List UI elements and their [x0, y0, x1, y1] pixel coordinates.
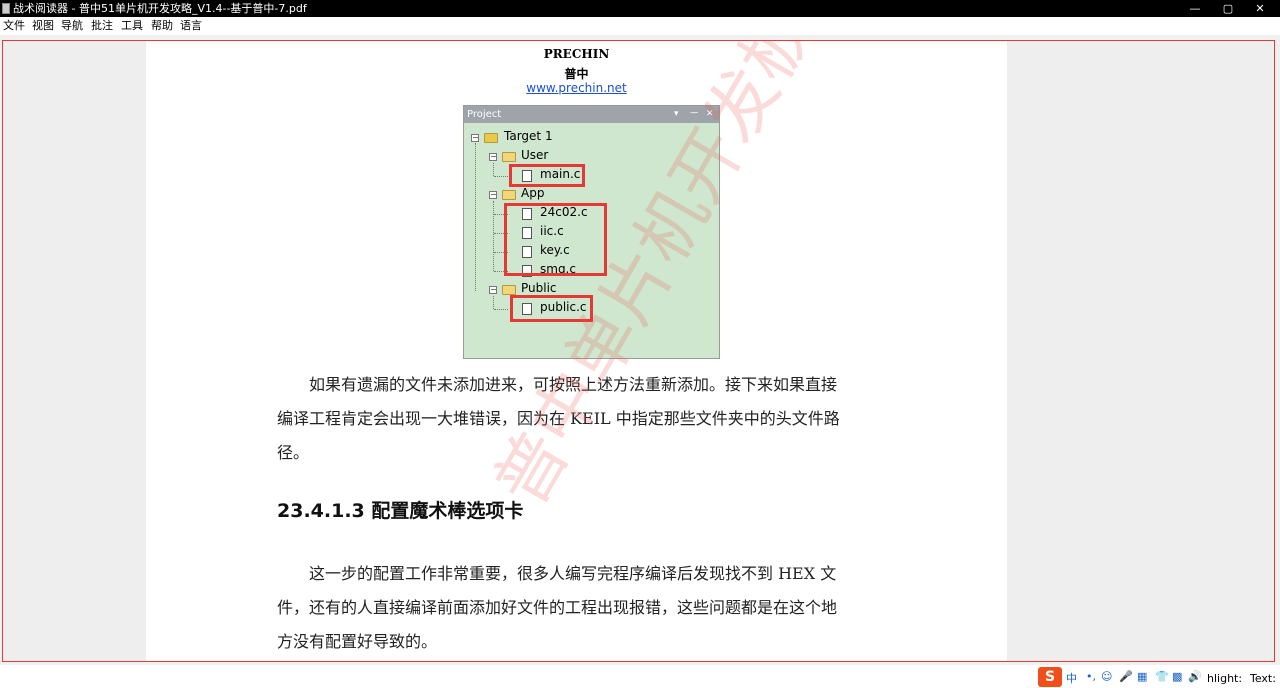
ime-punct-icon[interactable]: •, — [1086, 670, 1096, 683]
ime-voice-icon[interactable]: 🎤 — [1119, 670, 1133, 683]
menu-tools[interactable]: 工具 — [121, 17, 143, 35]
folder-icon — [502, 190, 516, 200]
tree-line — [475, 143, 476, 291]
tree-line — [494, 176, 508, 177]
window-title: 战术阅读器 - 普中51单片机开发攻略_V1.4--基于普中-7.pdf — [13, 2, 307, 15]
panel-close-icon: ✕ — [706, 109, 714, 119]
ime-keyboard-icon[interactable]: ▦ — [1137, 670, 1147, 683]
text-line: 方没有配置好导致的。 — [277, 632, 438, 651]
highlight-box-public — [510, 295, 593, 322]
target-icon — [484, 133, 498, 143]
page-header-link[interactable]: www.prechin.net — [146, 81, 1007, 95]
highlight-box-app — [504, 203, 607, 276]
ime-chinese-icon[interactable]: 中 — [1066, 670, 1077, 686]
page-header-name: 普中 — [564, 67, 589, 81]
paragraph-magic-wand: 这一步的配置工作非常重要，很多人编写完程序编译后发现找不到 HEX 文 件，还有… — [277, 557, 877, 659]
tree-line — [494, 309, 508, 310]
tree-group-user: User — [521, 148, 549, 162]
page-header-brand: PRECHIN — [543, 47, 610, 61]
ime-emoji-icon[interactable]: ☺ — [1101, 670, 1112, 683]
close-button[interactable]: ✕ — [1240, 0, 1280, 17]
ime-sound-icon[interactable]: 🔊 — [1188, 670, 1202, 683]
ime-skin-icon[interactable]: 👕 — [1155, 670, 1169, 683]
text-label: Text: — [1250, 672, 1276, 685]
pin-icon: ᅮ — [690, 109, 699, 119]
tree-line — [493, 296, 494, 309]
menu-view[interactable]: 视图 — [32, 17, 54, 35]
title-bar: 战术阅读器 - 普中51单片机开发攻略_V1.4--基于普中-7.pdf — ▢… — [0, 0, 1280, 17]
folder-icon — [502, 285, 516, 295]
collapse-icon: − — [489, 190, 497, 199]
tree-group-app: App — [521, 186, 545, 200]
menu-language[interactable]: 语言 — [180, 17, 202, 35]
menu-help[interactable]: 帮助 — [151, 17, 173, 35]
dropdown-icon: ▾ — [674, 109, 679, 119]
project-panel-title: Project — [467, 109, 502, 120]
ime-toolbox-icon[interactable]: ▩ — [1172, 670, 1182, 683]
text-line: 件，还有的人直接编译前面添加好文件的工程出现报错，这些问题都是在这个地 — [277, 598, 838, 617]
menu-bar: 文件 视图 导航 批注 工具 帮助 语言 — [0, 17, 1280, 35]
text-line: 径。 — [277, 443, 310, 462]
text-line: 如果有遗漏的文件未添加进来，可按照上述方法重新添加。接下来如果直接 — [277, 375, 838, 394]
project-panel-header: Project ▾ ᅮ ✕ — [464, 106, 719, 123]
tree-line — [493, 163, 494, 176]
document-viewer[interactable]: PRECHIN 普中 www.prechin.net Project ▾ ᅮ ✕… — [2, 40, 1275, 662]
text-line: 编译工程肯定会出现一大堆错误，因为在 KEIL 中指定那些文件夹中的头文件路 — [277, 409, 840, 428]
tree-line — [493, 201, 494, 271]
collapse-icon: − — [489, 285, 497, 294]
ime-logo-icon[interactable]: S — [1038, 667, 1062, 687]
tree-group-public: Public — [521, 281, 557, 295]
app-icon — [2, 3, 10, 14]
menu-annotate[interactable]: 批注 — [91, 17, 113, 35]
pdf-page: PRECHIN 普中 www.prechin.net Project ▾ ᅮ ✕… — [146, 41, 1007, 661]
highlight-box-user — [509, 164, 585, 187]
tree-target: Target 1 — [504, 129, 553, 143]
section-heading: 23.4.1.3 配置魔术棒选项卡 — [277, 500, 524, 522]
folder-icon — [502, 152, 516, 162]
highlight-label: hlight: — [1207, 672, 1243, 685]
menu-file[interactable]: 文件 — [3, 17, 25, 35]
collapse-icon: − — [489, 152, 497, 161]
project-panel-figure: Project ▾ ᅮ ✕ − Target 1 − User main.c −… — [463, 105, 720, 359]
paragraph-missing-files: 如果有遗漏的文件未添加进来，可按照上述方法重新添加。接下来如果直接 编译工程肯定… — [277, 368, 877, 470]
text-line: 这一步的配置工作非常重要，很多人编写完程序编译后发现找不到 HEX 文 — [277, 564, 837, 583]
collapse-icon: − — [471, 133, 479, 142]
menu-navigate[interactable]: 导航 — [61, 17, 83, 35]
